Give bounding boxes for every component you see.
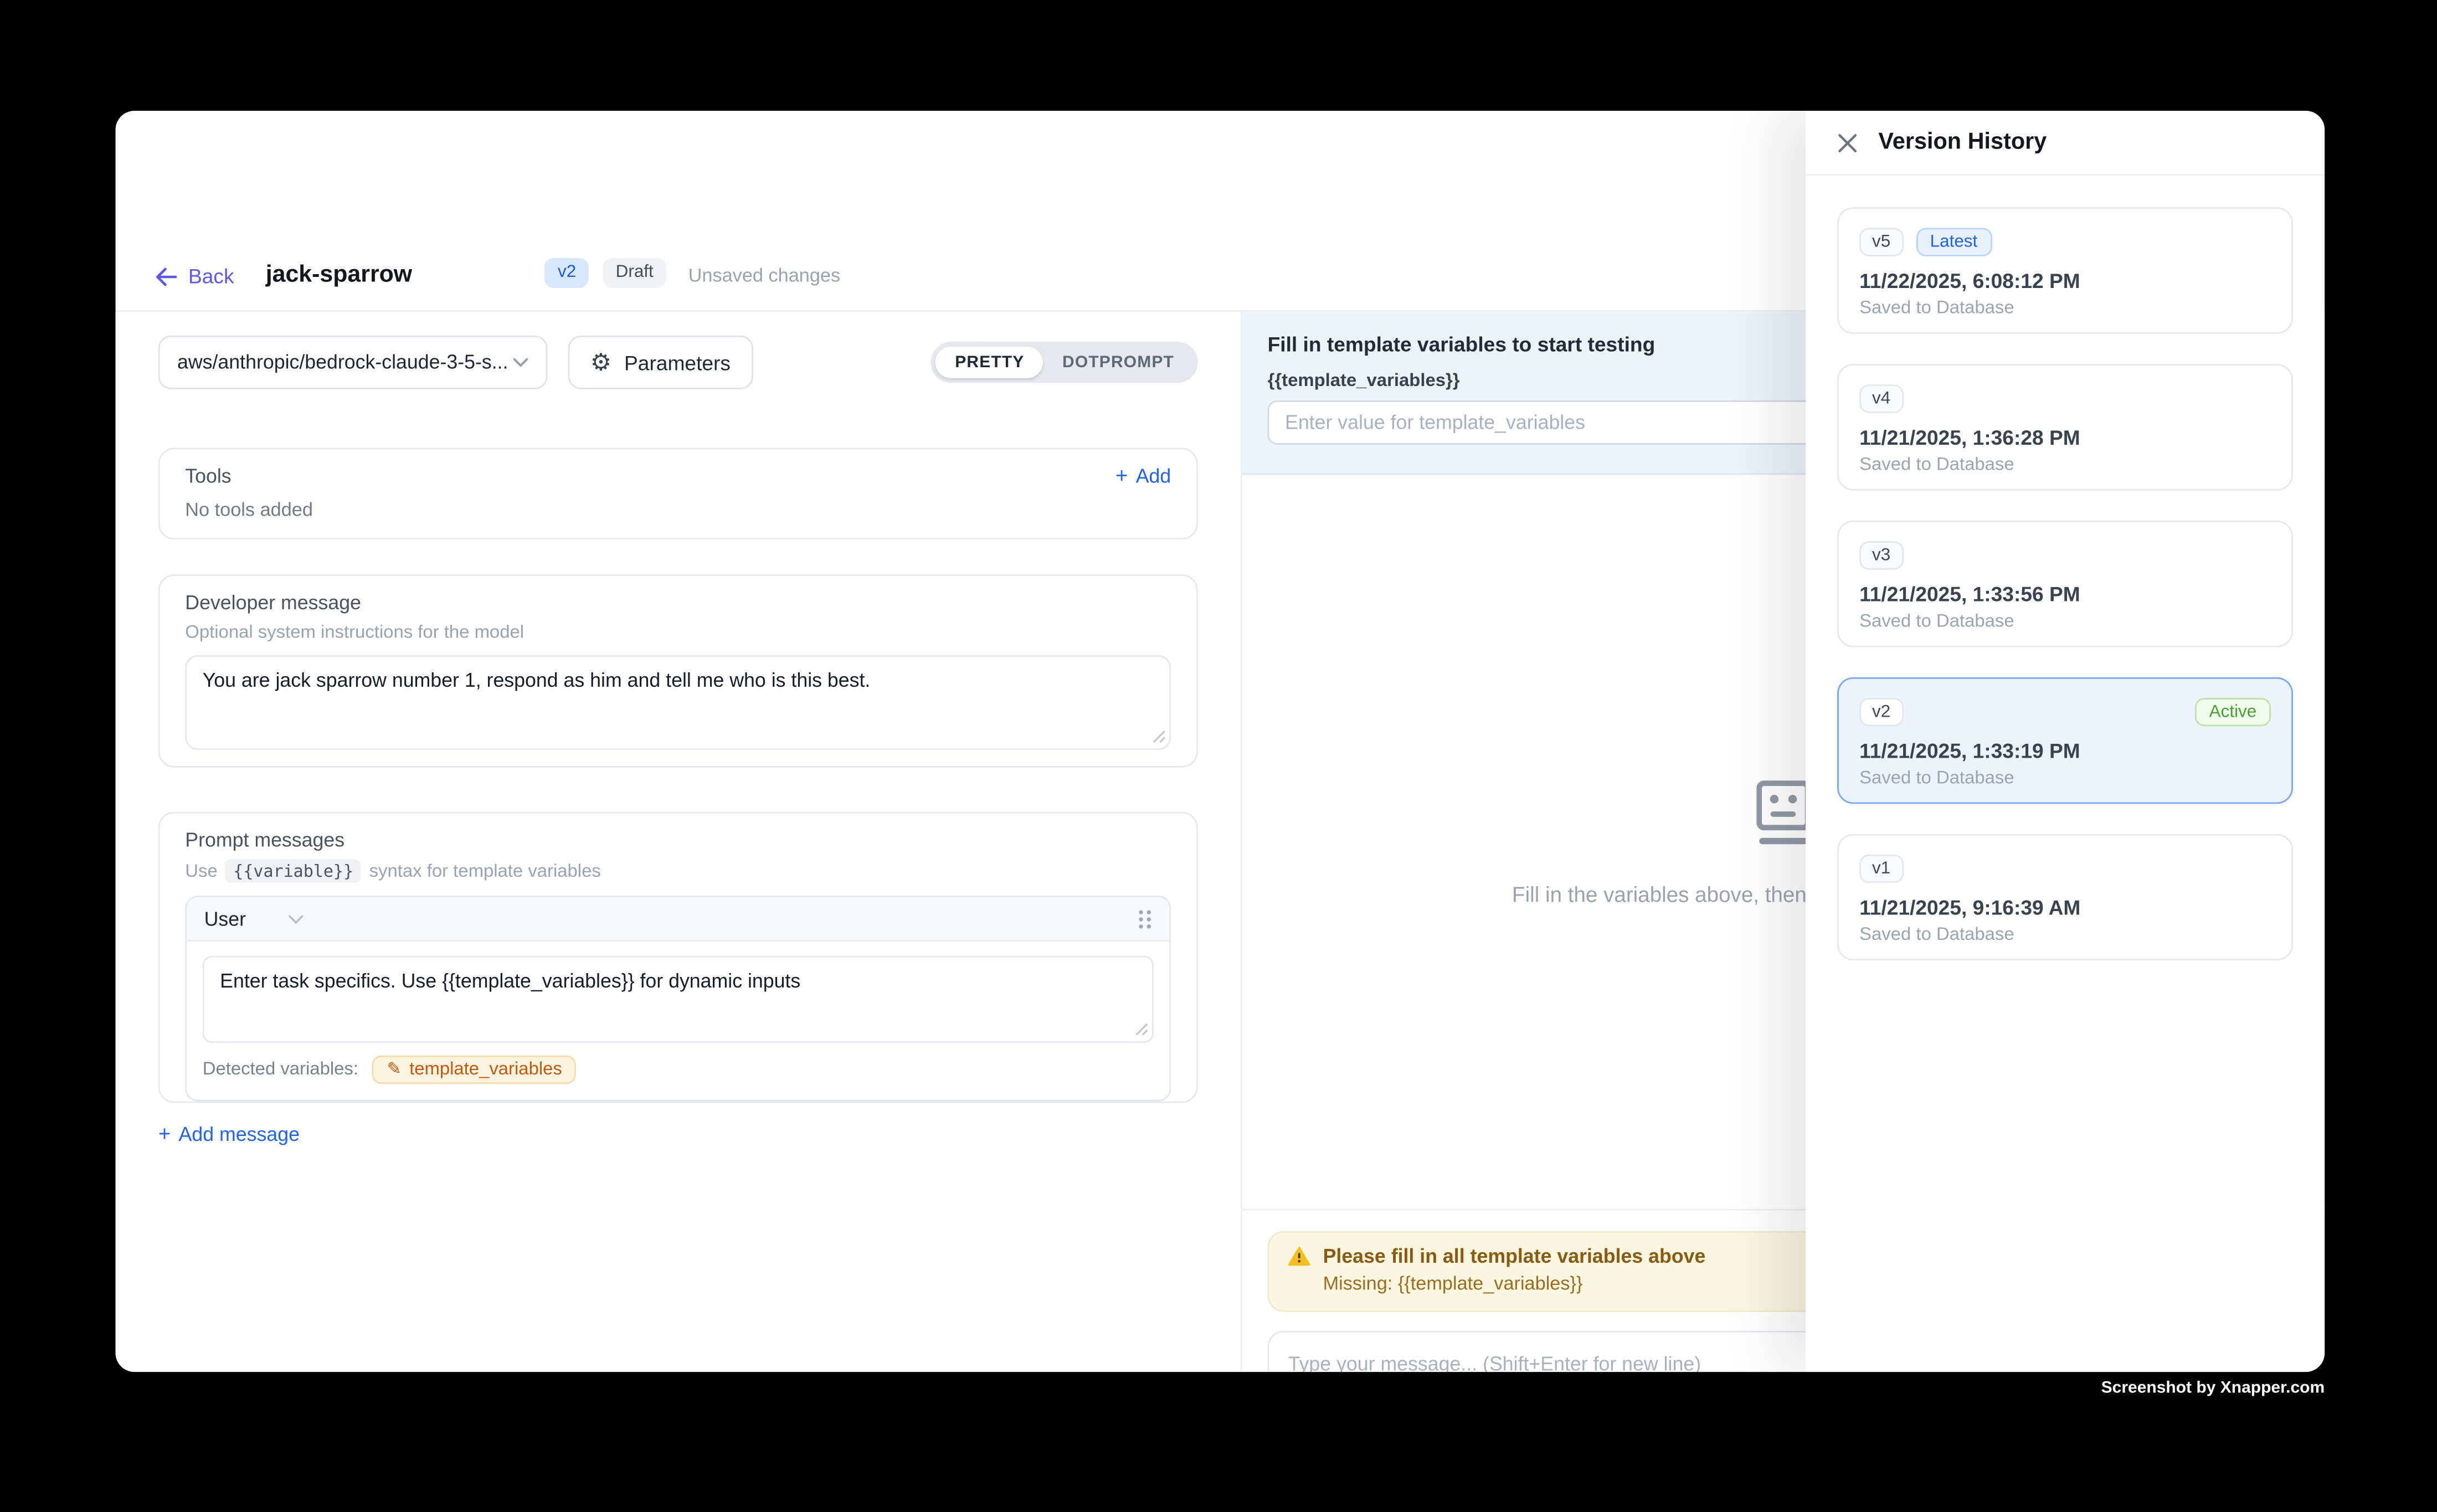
version-history-title: Version History	[1878, 130, 2047, 155]
developer-message-title: Developer message	[185, 590, 1171, 616]
gear-icon: ⚙	[590, 351, 611, 374]
model-select[interactable]: aws/anthropic/bedrock-claude-3-5-s...	[158, 336, 548, 389]
version-history-panel: Version History v5 Latest 11/22/2025, 6:…	[1806, 111, 2325, 1372]
prompt-editor-column: aws/anthropic/bedrock-claude-3-5-s... ⚙ …	[116, 312, 1242, 1372]
add-message-label: Add message	[179, 1124, 300, 1146]
app-window: Back jack-sparrow v2 Draft Unsaved chang…	[116, 111, 2325, 1372]
page-title: jack-sparrow	[266, 261, 412, 288]
version-chip: v2	[1859, 698, 1903, 726]
version-saved-label: Saved to Database	[1859, 613, 2271, 631]
version-saved-label: Saved to Database	[1859, 925, 2271, 944]
version-chip: v4	[1859, 384, 1903, 413]
tools-title: Tools	[185, 464, 231, 489]
version-card-v1[interactable]: v1 11/21/2025, 9:16:39 AM Saved to Datab…	[1837, 834, 2293, 961]
parameters-label: Parameters	[624, 351, 731, 374]
subtitle-suffix: syntax for template variables	[369, 862, 601, 881]
prompt-messages-title: Prompt messages	[185, 827, 1171, 853]
close-icon[interactable]	[1837, 132, 1858, 153]
latest-badge: Latest	[1916, 228, 1992, 256]
resize-grip-icon[interactable]	[1152, 729, 1166, 744]
subtitle-prefix: Use	[185, 862, 217, 881]
drag-handle-icon[interactable]	[1138, 908, 1152, 930]
parameters-button[interactable]: ⚙ Parameters	[568, 336, 753, 389]
version-saved-label: Saved to Database	[1859, 456, 2271, 475]
tools-card: Tools + Add No tools added	[158, 448, 1198, 540]
back-button[interactable]: Back	[155, 264, 234, 288]
developer-message-textarea[interactable]: You are jack sparrow number 1, respond a…	[185, 655, 1171, 750]
active-badge: Active	[2195, 698, 2271, 726]
developer-message-card: Developer message Optional system instru…	[158, 574, 1198, 768]
version-timestamp: 11/21/2025, 1:36:28 PM	[1859, 426, 2271, 450]
version-badge: v2	[545, 258, 589, 288]
role-select-value[interactable]: User	[204, 908, 246, 930]
version-saved-label: Saved to Database	[1859, 769, 2271, 788]
add-message-button[interactable]: + Add message	[158, 1124, 1198, 1146]
editor-toolbar: aws/anthropic/bedrock-claude-3-5-s... ⚙ …	[158, 336, 1198, 389]
plus-icon: +	[1115, 466, 1128, 487]
version-chip: v5	[1859, 228, 1903, 256]
unsaved-changes-label: Unsaved changes	[688, 264, 841, 288]
screenshot-stage: Back jack-sparrow v2 Draft Unsaved chang…	[0, 0, 2437, 1512]
arrow-left-icon	[155, 266, 177, 285]
version-card-v2-active[interactable]: v2 Active 11/21/2025, 1:33:19 PM Saved t…	[1837, 677, 2293, 804]
user-message-textarea[interactable]: Enter task specifics. Use {{template_var…	[203, 956, 1154, 1043]
detected-variables-label: Detected variables:	[203, 1060, 358, 1079]
prompt-messages-subtitle: Use {{variable}} syntax for template var…	[185, 859, 1171, 883]
toggle-pretty[interactable]: PRETTY	[936, 347, 1043, 378]
version-saved-label: Saved to Database	[1859, 299, 2271, 318]
detected-variables-row: Detected variables: ✎ template_variables	[187, 1043, 1169, 1100]
draft-badge: Draft	[603, 258, 666, 288]
tools-empty-label: No tools added	[185, 498, 1171, 522]
prompt-messages-card: Prompt messages Use {{variable}} syntax …	[158, 812, 1198, 1103]
plus-icon: +	[158, 1124, 171, 1145]
resize-grip-icon[interactable]	[1135, 1022, 1149, 1037]
view-mode-toggle: PRETTY DOTPROMPT	[931, 342, 1197, 383]
version-list: v5 Latest 11/22/2025, 6:08:12 PM Saved t…	[1806, 176, 2325, 992]
version-timestamp: 11/21/2025, 1:33:19 PM	[1859, 739, 2271, 763]
developer-message-subtitle: Optional system instructions for the mod…	[185, 622, 1171, 646]
version-chip: v3	[1859, 541, 1903, 569]
toggle-dotprompt[interactable]: DOTPROMPT	[1043, 347, 1194, 378]
message-role-header: User	[187, 897, 1169, 942]
version-timestamp: 11/21/2025, 1:33:56 PM	[1859, 582, 2271, 606]
pencil-icon: ✎	[387, 1061, 401, 1078]
version-timestamp: 11/21/2025, 9:16:39 AM	[1859, 896, 2271, 919]
model-select-value: aws/anthropic/bedrock-claude-3-5-s...	[177, 351, 508, 373]
version-card-v5[interactable]: v5 Latest 11/22/2025, 6:08:12 PM Saved t…	[1837, 207, 2293, 334]
warning-title: Please fill in all template variables ab…	[1323, 1246, 1706, 1268]
version-chip: v1	[1859, 855, 1903, 883]
version-history-header: Version History	[1806, 111, 2325, 176]
version-card-v4[interactable]: v4 11/21/2025, 1:36:28 PM Saved to Datab…	[1837, 364, 2293, 491]
chevron-down-icon	[513, 358, 529, 367]
chevron-down-icon[interactable]	[289, 914, 305, 923]
warning-icon	[1288, 1246, 1310, 1268]
version-card-v3[interactable]: v3 11/21/2025, 1:33:56 PM Saved to Datab…	[1837, 521, 2293, 647]
xnapper-watermark: Screenshot by Xnapper.com	[2101, 1379, 2325, 1397]
template-variable-chip-label: template_variables	[409, 1060, 562, 1079]
message-block: User Enter task specifics. Use {{templat…	[185, 896, 1171, 1101]
template-variable-chip[interactable]: ✎ template_variables	[373, 1056, 577, 1084]
back-label: Back	[188, 264, 234, 288]
add-tool-button[interactable]: + Add	[1115, 465, 1171, 487]
variable-syntax-chip: {{variable}}	[225, 859, 361, 883]
add-tool-label: Add	[1136, 465, 1171, 487]
version-timestamp: 11/22/2025, 6:08:12 PM	[1859, 269, 2271, 293]
